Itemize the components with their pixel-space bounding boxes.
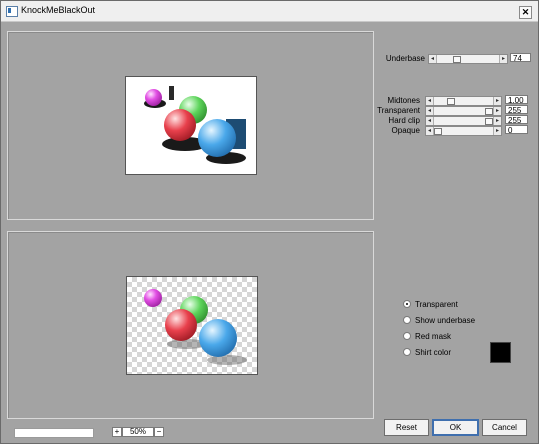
scroll-right-icon[interactable]: ▸ <box>493 117 501 125</box>
opaque-value-field[interactable]: 0 <box>505 125 528 135</box>
red-ball <box>165 309 197 341</box>
scroll-left-icon[interactable]: ◂ <box>426 97 434 105</box>
midtones-slider[interactable]: ◂ ▸ <box>425 96 502 106</box>
midtones-value-field[interactable]: 1.00 <box>505 95 528 105</box>
radio-transparent[interactable] <box>403 300 411 308</box>
underbase-value-field[interactable]: 74 <box>510 53 531 63</box>
scroll-right-icon[interactable]: ▸ <box>499 55 507 63</box>
close-icon[interactable]: ✕ <box>519 6 532 19</box>
scroll-right-icon[interactable]: ▸ <box>493 97 501 105</box>
shirt-color-swatch[interactable] <box>490 342 511 363</box>
window-app-icon <box>6 6 18 17</box>
zoom-level-field[interactable]: 50% <box>122 427 154 437</box>
zoom-in-button[interactable]: + <box>112 427 122 437</box>
radio-red-mask[interactable] <box>403 332 411 340</box>
scroll-right-icon[interactable]: ▸ <box>493 127 501 135</box>
title-bar[interactable]: KnockMeBlackOut ✕ <box>1 1 538 22</box>
purple-ball <box>145 89 162 106</box>
hard-clip-value-field[interactable]: 255 <box>505 115 528 125</box>
radio-red-mask-label[interactable]: Red mask <box>415 332 451 341</box>
blue-ball <box>199 319 237 357</box>
scroll-left-icon[interactable]: ◂ <box>429 55 437 63</box>
midtones-label: Midtones <box>387 96 420 105</box>
underbase-mark <box>169 86 174 100</box>
slider-thumb[interactable] <box>485 118 493 125</box>
scroll-left-icon[interactable]: ◂ <box>426 107 434 115</box>
transparent-value-field[interactable]: 255 <box>505 105 528 115</box>
slider-thumb[interactable] <box>485 108 493 115</box>
scroll-right-icon[interactable]: ▸ <box>493 107 501 115</box>
opaque-slider[interactable]: ◂ ▸ <box>425 126 502 136</box>
hard-clip-slider[interactable]: ◂ ▸ <box>425 116 502 126</box>
radio-shirt-color-label[interactable]: Shirt color <box>415 348 451 357</box>
radio-transparent-label[interactable]: Transparent <box>415 300 458 309</box>
cancel-button[interactable]: Cancel <box>482 419 527 436</box>
ok-button[interactable]: OK <box>432 419 479 436</box>
red-ball <box>164 109 196 141</box>
progress-bar <box>14 428 94 438</box>
slider-thumb[interactable] <box>452 56 461 63</box>
transparent-slider[interactable]: ◂ ▸ <box>425 106 502 116</box>
blue-ball <box>198 119 236 157</box>
radio-show-underbase[interactable] <box>403 316 411 324</box>
slider-thumb[interactable] <box>446 98 455 105</box>
dialog-window: KnockMeBlackOut ✕ Underbase ◂ ▸ 74 Midto… <box>0 0 539 444</box>
source-preview-panel <box>7 31 374 220</box>
scroll-left-icon[interactable]: ◂ <box>426 127 434 135</box>
purple-ball <box>144 289 162 307</box>
radio-show-underbase-label[interactable]: Show underbase <box>415 316 475 325</box>
underbase-label: Underbase <box>385 54 425 63</box>
result-image <box>126 276 258 375</box>
zoom-out-button[interactable]: − <box>154 427 164 437</box>
radio-shirt-color[interactable] <box>403 348 411 356</box>
reset-button[interactable]: Reset <box>384 419 429 436</box>
hard-clip-label: Hard clip <box>388 116 420 125</box>
source-image <box>125 76 257 175</box>
transparent-label: Transparent <box>377 106 420 115</box>
window-title: KnockMeBlackOut <box>21 5 96 15</box>
opaque-label: Opaque <box>391 126 420 135</box>
scroll-left-icon[interactable]: ◂ <box>426 117 434 125</box>
result-preview-panel <box>7 231 374 419</box>
slider-thumb[interactable] <box>434 128 442 135</box>
underbase-slider[interactable]: ◂ ▸ <box>428 54 508 64</box>
